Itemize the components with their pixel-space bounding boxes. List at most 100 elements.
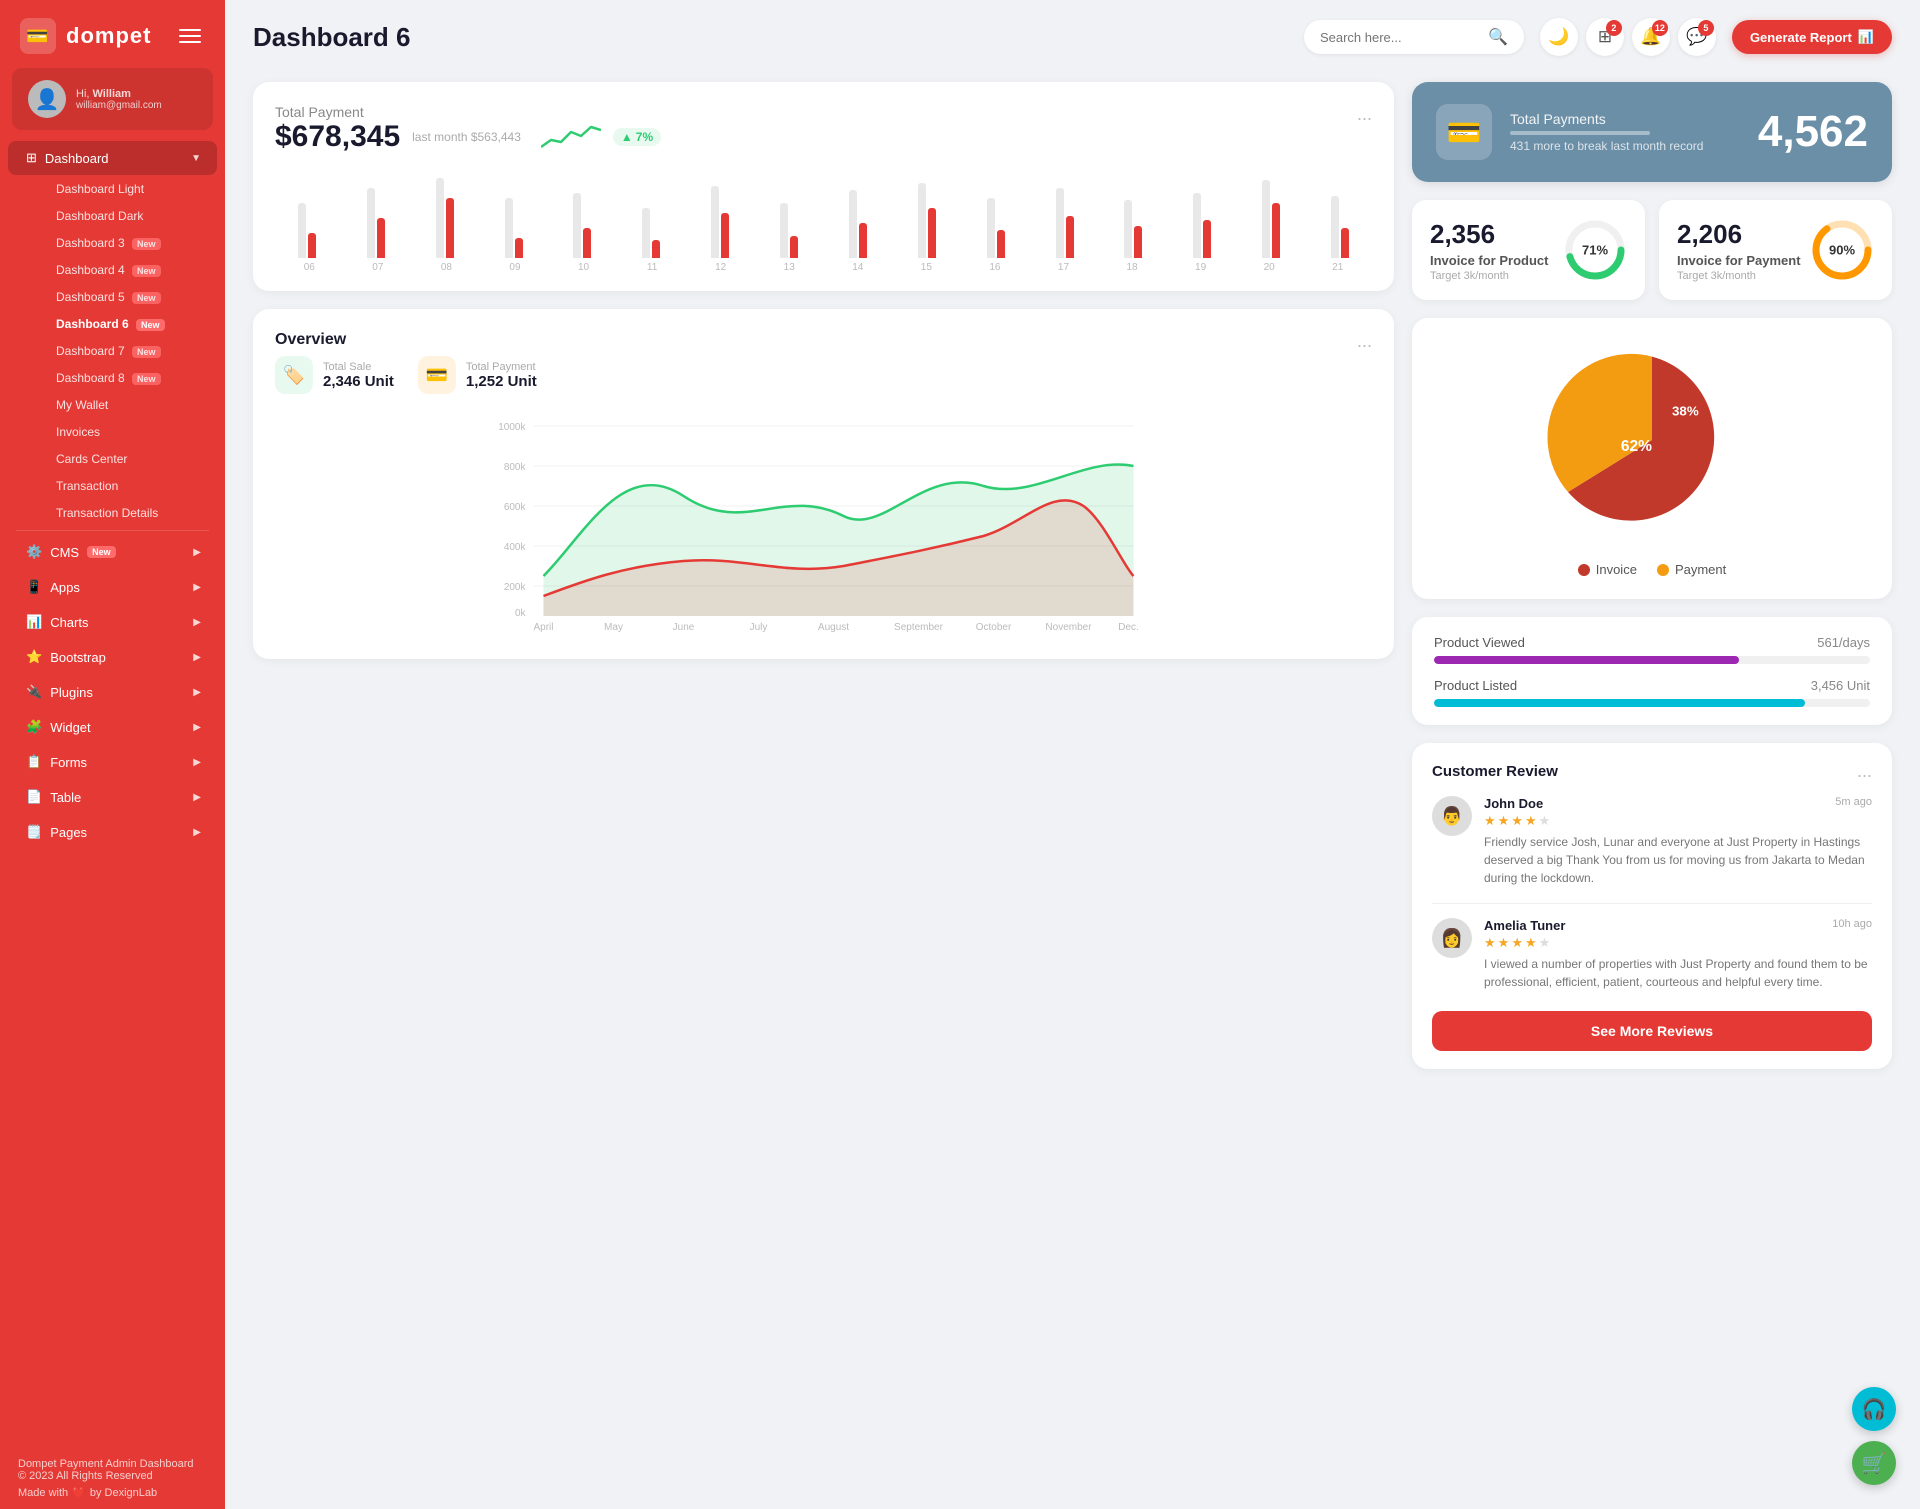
see-more-reviews-button[interactable]: See More Reviews <box>1432 1011 1872 1051</box>
divider <box>16 530 209 531</box>
bar-chart-labels: 06070809101112131415161718192021 <box>275 262 1372 273</box>
review-card-title: Customer Review <box>1432 763 1558 780</box>
generate-report-button[interactable]: Generate Report 📊 <box>1732 20 1892 54</box>
avatar: 👤 <box>28 80 66 118</box>
sidebar-item-dashboard-light[interactable]: Dashboard Light <box>44 176 217 202</box>
search-icon: 🔍 <box>1488 27 1508 47</box>
sidebar-item-dashboard-5[interactable]: Dashboard 5 New <box>44 284 217 310</box>
sidebar-item-plugins[interactable]: 🔌 Plugins ▶ <box>8 675 217 709</box>
bar-group <box>551 193 615 258</box>
chevron-right-icon: ▶ <box>193 617 201 628</box>
sidebar-item-bootstrap[interactable]: ⭐ Bootstrap ▶ <box>8 640 217 674</box>
bar-group <box>482 198 546 258</box>
generate-report-label: Generate Report <box>1750 30 1852 45</box>
sidebar-item-transaction-details[interactable]: Transaction Details <box>44 500 217 526</box>
chevron-right-icon: ▶ <box>193 652 201 663</box>
messages-btn[interactable]: 💬 5 <box>1678 18 1716 56</box>
footer-made-with: Made with ❤️ by DexignLab <box>18 1486 207 1499</box>
sidebar-item-cards-center[interactable]: Cards Center <box>44 446 217 472</box>
review-text-1: Friendly service Josh, Lunar and everyon… <box>1484 833 1872 887</box>
overview-card: Overview ... 🏷️ Total Sale 2,346 Unit <box>253 309 1394 659</box>
invoice-product-label: Invoice for Product <box>1430 253 1548 268</box>
sidebar-item-dashboard-3[interactable]: Dashboard 3 New <box>44 230 217 256</box>
bar-red <box>1203 220 1211 258</box>
total-payment-overview-value: 1,252 Unit <box>466 373 537 390</box>
sidebar-logo: 💳 dompet <box>0 0 225 68</box>
sidebar-item-dashboard-6[interactable]: Dashboard 6 New <box>44 311 217 337</box>
sidebar-item-my-wallet[interactable]: My Wallet <box>44 392 217 418</box>
sidebar-item-dashboard-4[interactable]: Dashboard 4 New <box>44 257 217 283</box>
bar-label: 07 <box>344 262 413 273</box>
invoice-product-card: 2,356 Invoice for Product Target 3k/mont… <box>1412 200 1645 300</box>
reviewer-avatar-2: 👩 <box>1432 918 1472 958</box>
sidebar-item-dashboard[interactable]: ⊞ Dashboard ▼ <box>8 141 217 175</box>
total-payment-card: Total Payment $678,345 last month $563,4… <box>253 82 1394 291</box>
total-sale-label: Total Sale <box>323 361 394 373</box>
total-payment-title: Total Payment <box>275 104 661 120</box>
bar-chart-container: 06070809101112131415161718192021 <box>275 160 1372 273</box>
sidebar-item-charts[interactable]: 📊 Charts ▶ <box>8 605 217 639</box>
payment-legend-dot <box>1657 564 1669 576</box>
sidebar-item-table[interactable]: 📄 Table ▶ <box>8 780 217 814</box>
search-input[interactable] <box>1320 30 1480 45</box>
product-viewed-stat: Product Viewed 561/days <box>1434 635 1870 664</box>
total-sale-icon: 🏷️ <box>275 356 313 394</box>
total-sale-stat: 🏷️ Total Sale 2,346 Unit <box>275 356 394 394</box>
bar-label: 09 <box>481 262 550 273</box>
bar-label: 12 <box>686 262 755 273</box>
svg-text:May: May <box>604 622 623 633</box>
bar-group <box>895 183 959 258</box>
overview-menu[interactable]: ... <box>1357 331 1372 352</box>
charts-icon: 📊 <box>26 614 42 630</box>
bar-label: 19 <box>1166 262 1235 273</box>
support-fab[interactable]: 🎧 <box>1852 1387 1896 1431</box>
pie-legend: Invoice Payment <box>1578 562 1727 577</box>
user-email: william@gmail.com <box>76 100 162 111</box>
bar-label: 10 <box>549 262 618 273</box>
bar-label: 20 <box>1235 262 1304 273</box>
chart-bar-icon: 📊 <box>1858 29 1874 45</box>
bar-red <box>446 198 454 258</box>
apps-icon: 📱 <box>26 579 42 595</box>
svg-text:Dec.: Dec. <box>1118 622 1139 633</box>
customer-review-card: Customer Review ... 👨 John Doe 5m ago <box>1412 743 1892 1069</box>
bar-label: 17 <box>1029 262 1098 273</box>
bar-red <box>790 236 798 258</box>
bar-gray <box>780 203 788 258</box>
reviewer-name-1: John Doe 5m ago <box>1484 796 1872 811</box>
trend-badge: ▲ 7% <box>613 128 661 146</box>
sidebar-item-dashboard-7[interactable]: Dashboard 7 New <box>44 338 217 364</box>
bar-label: 21 <box>1303 262 1372 273</box>
sidebar-item-forms[interactable]: 📋 Forms ▶ <box>8 745 217 779</box>
apps-btn[interactable]: ⊞ 2 <box>1586 18 1624 56</box>
apps-badge: 2 <box>1606 20 1622 36</box>
theme-toggle-btn[interactable]: 🌙 <box>1540 18 1578 56</box>
sidebar-item-widget[interactable]: 🧩 Widget ▶ <box>8 710 217 744</box>
sidebar-item-dashboard-8[interactable]: Dashboard 8 New <box>44 365 217 391</box>
bar-gray <box>1193 193 1201 258</box>
sidebar-item-apps[interactable]: 📱 Apps ▶ <box>8 570 217 604</box>
cart-fab[interactable]: 🛒 <box>1852 1441 1896 1485</box>
hamburger-icon[interactable] <box>175 25 205 47</box>
sidebar: 💳 dompet 👤 Hi, William william@gmail.com… <box>0 0 225 1509</box>
sidebar-item-cms[interactable]: ⚙️ CMS New ▶ <box>8 535 217 569</box>
total-payment-menu[interactable]: ... <box>1357 104 1372 125</box>
invoice-product-pct: 71% <box>1582 243 1608 258</box>
bar-group <box>344 188 408 258</box>
sidebar-item-pages[interactable]: 🗒️ Pages ▶ <box>8 815 217 849</box>
review-time-2: 10h ago <box>1832 918 1872 933</box>
svg-text:0k: 0k <box>515 608 527 619</box>
review-menu[interactable]: ... <box>1857 761 1872 782</box>
chevron-right-icon: ▶ <box>193 582 201 593</box>
sidebar-item-invoices[interactable]: Invoices <box>44 419 217 445</box>
pie-chart: 62% 38% <box>1532 340 1772 540</box>
bar-gray <box>1331 196 1339 258</box>
blue-card-sub: 431 more to break last month record <box>1510 139 1740 153</box>
notifications-btn[interactable]: 🔔 12 <box>1632 18 1670 56</box>
svg-text:April: April <box>533 622 553 633</box>
footer-title: Dompet Payment Admin Dashboard <box>18 1458 207 1470</box>
bar-red <box>997 230 1005 258</box>
sidebar-item-transaction[interactable]: Transaction <box>44 473 217 499</box>
sidebar-item-dashboard-dark[interactable]: Dashboard Dark <box>44 203 217 229</box>
right-column: 💳 Total Payments 431 more to break last … <box>1412 82 1892 1069</box>
